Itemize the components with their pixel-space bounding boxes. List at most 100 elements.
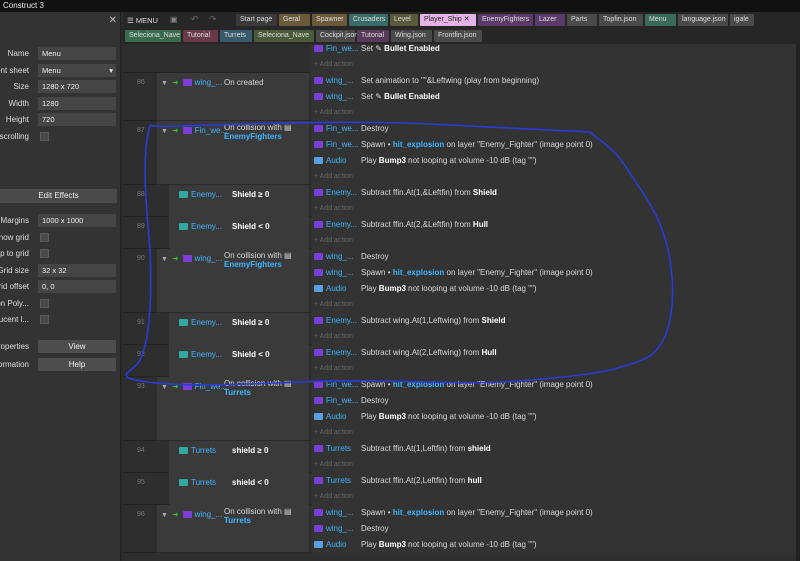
spawn-icon: • [385, 268, 393, 277]
action-row[interactable]: Audio Play Bump3 not looping at volume -1… [311, 409, 800, 425]
undo-icon[interactable]: ↶ [191, 14, 199, 25]
tab-enemyfighters[interactable]: EnemyFighters [478, 14, 533, 26]
tab-spawner[interactable]: Spawner [312, 14, 347, 26]
action-row[interactable]: Audio Play Bump3 not looping at volume -1… [311, 153, 800, 169]
event-block: 92 Enemy... Shield < 0 Enemy... Subtract win… [123, 345, 800, 377]
collapse-triangle-icon[interactable]: ▼ [161, 80, 168, 87]
tab-wing-json[interactable]: Wing.json [391, 30, 432, 42]
tab-geral[interactable]: Geral [279, 14, 310, 26]
event-condition[interactable]: Turrets shield ≥ 0 [169, 441, 309, 473]
property-input[interactable]: 720 [38, 113, 116, 126]
action-object-name: wing_... [326, 508, 354, 517]
event-condition[interactable]: ▼ ➜ wing_... On collision with ▤ Turrets [157, 505, 309, 553]
property-checkbox[interactable] [40, 249, 49, 258]
tab-parts[interactable]: Parts [567, 14, 597, 26]
property-input[interactable]: 0, 0 [38, 280, 116, 293]
tab-start-page[interactable]: Start page [236, 14, 277, 26]
property-checkbox[interactable] [40, 131, 49, 141]
event-condition[interactable]: Enemy... Shield < 0 [169, 217, 309, 249]
action-row[interactable]: Audio Play Bump3 not looping at volume -1… [311, 537, 800, 553]
action-param: shield [467, 444, 491, 453]
property-input[interactable]: 1280 [38, 96, 116, 110]
action-row[interactable]: wing_... Set animation to ""&Leftwing (pl… [311, 73, 800, 89]
action-row[interactable]: Enemy... Subtract wing.At(1,Leftwing) fro… [311, 313, 800, 329]
action-row[interactable]: Turrets Subtract ffin.At(1,Leftfin) from … [311, 441, 800, 457]
action-row[interactable]: wing_... Set ✎ Bullet Enabled [311, 89, 800, 105]
event-condition[interactable]: ▼ ➜ Fin_we... On collision with ▤ EnemyFight… [157, 121, 309, 185]
tab-topfin-json[interactable]: Topfin.json [599, 14, 643, 26]
add-action-link[interactable]: + Add action [311, 201, 353, 217]
action-row[interactable]: Enemy... Subtract ffin.At(2,&Leftfin) fro… [311, 217, 800, 233]
object-icon [179, 479, 188, 487]
action-row[interactable]: wing_... Spawn • hit_explosion on layer "… [311, 505, 800, 521]
event-condition[interactable]: ▼ ➜ wing_... On collision with ▤ EnemyFighte… [157, 249, 309, 313]
edit-effects-button[interactable]: Edit Effects [0, 189, 117, 203]
event-condition[interactable]: Enemy... Shield ≥ 0 [169, 313, 309, 345]
property-checkbox[interactable] [40, 315, 49, 324]
action-row[interactable]: Enemy... Subtract wing.At(2,Leftwing) fro… [311, 345, 800, 361]
tab-level[interactable]: Level [390, 14, 418, 26]
action-row[interactable]: Enemy... Subtract ffin.At(1,&Leftfin) fro… [311, 185, 800, 201]
tab-seleciona-nave[interactable]: Seleciona_Nave [125, 30, 181, 42]
condition-object-name: wing_... [194, 510, 223, 519]
add-action-link[interactable]: + Add action [311, 489, 353, 505]
action-row[interactable]: wing_... Spawn • hit_explosion on layer "… [311, 265, 800, 281]
add-action-link[interactable]: + Add action [311, 233, 353, 249]
add-action-link[interactable]: + Add action [311, 361, 353, 377]
add-action-link[interactable]: + Add action [311, 425, 353, 441]
action-row[interactable]: Fin_we... Destroy [311, 393, 800, 409]
action-row[interactable]: wing_... Destroy [311, 521, 800, 537]
scrollbar[interactable] [796, 44, 800, 561]
tab-player-ship[interactable]: Player_Ship ✕ [420, 14, 476, 26]
close-icon[interactable]: ✕ [462, 16, 470, 23]
save-icon[interactable]: ▣ [170, 15, 178, 24]
event-condition[interactable]: ▼ ➜ wing_... On created [157, 73, 309, 121]
tab-cockpit-json[interactable]: Cockpit.json [316, 30, 358, 42]
add-action-link[interactable]: + Add action [311, 105, 353, 121]
action-row[interactable]: Audio Play Bump3 not looping at volume -1… [311, 281, 800, 297]
property-input[interactable]: Menu [38, 47, 116, 60]
property-checkbox[interactable] [40, 232, 49, 242]
condition-text: shield < 0 [232, 478, 269, 487]
tab-language-json[interactable]: language.json [678, 14, 728, 26]
add-action-link[interactable]: + Add action [311, 297, 353, 313]
tab-tutorial[interactable]: Tutorial [183, 30, 218, 42]
action-row[interactable]: Fin_we... Set ✎ Bullet Enabled [311, 44, 800, 57]
add-action-link[interactable]: + Add action [311, 457, 353, 473]
tab-lazer[interactable]: Lazer [535, 14, 565, 26]
event-condition[interactable]: Enemy... Shield ≥ 0 [169, 185, 309, 217]
menu-button[interactable]: ☰ MENU [127, 15, 158, 27]
event-condition[interactable]: Turrets shield < 0 [169, 473, 309, 505]
tab-seleciona-nave[interactable]: Seleciona_Nave [254, 30, 314, 42]
tab-tutorial[interactable]: Tutorial [357, 30, 389, 42]
collapse-triangle-icon[interactable]: ▼ [161, 512, 168, 519]
property-input[interactable]: 1000 x 1000 [38, 214, 116, 227]
tab-frontfin-json[interactable]: Frontfin.json [434, 30, 482, 42]
add-action-link[interactable]: + Add action [311, 169, 353, 185]
property-button[interactable]: View [38, 340, 116, 353]
add-action-link[interactable]: + Add action [311, 329, 353, 345]
property-label: Size [13, 82, 29, 91]
tab-menu[interactable]: Menu [645, 14, 676, 26]
event-condition[interactable]: ▼ ➜ Fin_we... On collision with ▤ Turrets [157, 377, 309, 441]
redo-icon[interactable]: ↷ [209, 14, 217, 25]
property-input[interactable]: 32 x 32 [38, 263, 116, 277]
action-row[interactable]: Fin_we... Spawn • hit_explosion on layer … [311, 377, 800, 393]
tab-igale[interactable]: igale [730, 14, 754, 26]
event-condition[interactable]: Enemy... Shield < 0 [169, 345, 309, 377]
property-select[interactable]: Menu ▾ [38, 63, 116, 77]
tab-turrets[interactable]: Turrets [220, 30, 252, 42]
collapse-triangle-icon[interactable]: ▼ [161, 128, 168, 135]
action-row[interactable]: Fin_we... Spawn • hit_explosion on layer … [311, 137, 800, 153]
property-input[interactable]: 1280 x 720 [38, 80, 116, 93]
property-checkbox[interactable] [40, 298, 49, 308]
property-button[interactable]: Help [38, 358, 116, 371]
close-icon[interactable]: ✕ [109, 15, 117, 26]
collapse-triangle-icon[interactable]: ▼ [161, 256, 168, 263]
action-row[interactable]: Turrets Subtract ffin.At(2,Leftfin) from … [311, 473, 800, 489]
action-row[interactable]: wing_... Destroy [311, 249, 800, 265]
action-row[interactable]: Fin_we... Destroy [311, 121, 800, 137]
add-action-link[interactable]: + Add action [311, 57, 353, 73]
collapse-triangle-icon[interactable]: ▼ [161, 384, 168, 391]
tab-crusaders[interactable]: Crusaders [349, 14, 388, 26]
